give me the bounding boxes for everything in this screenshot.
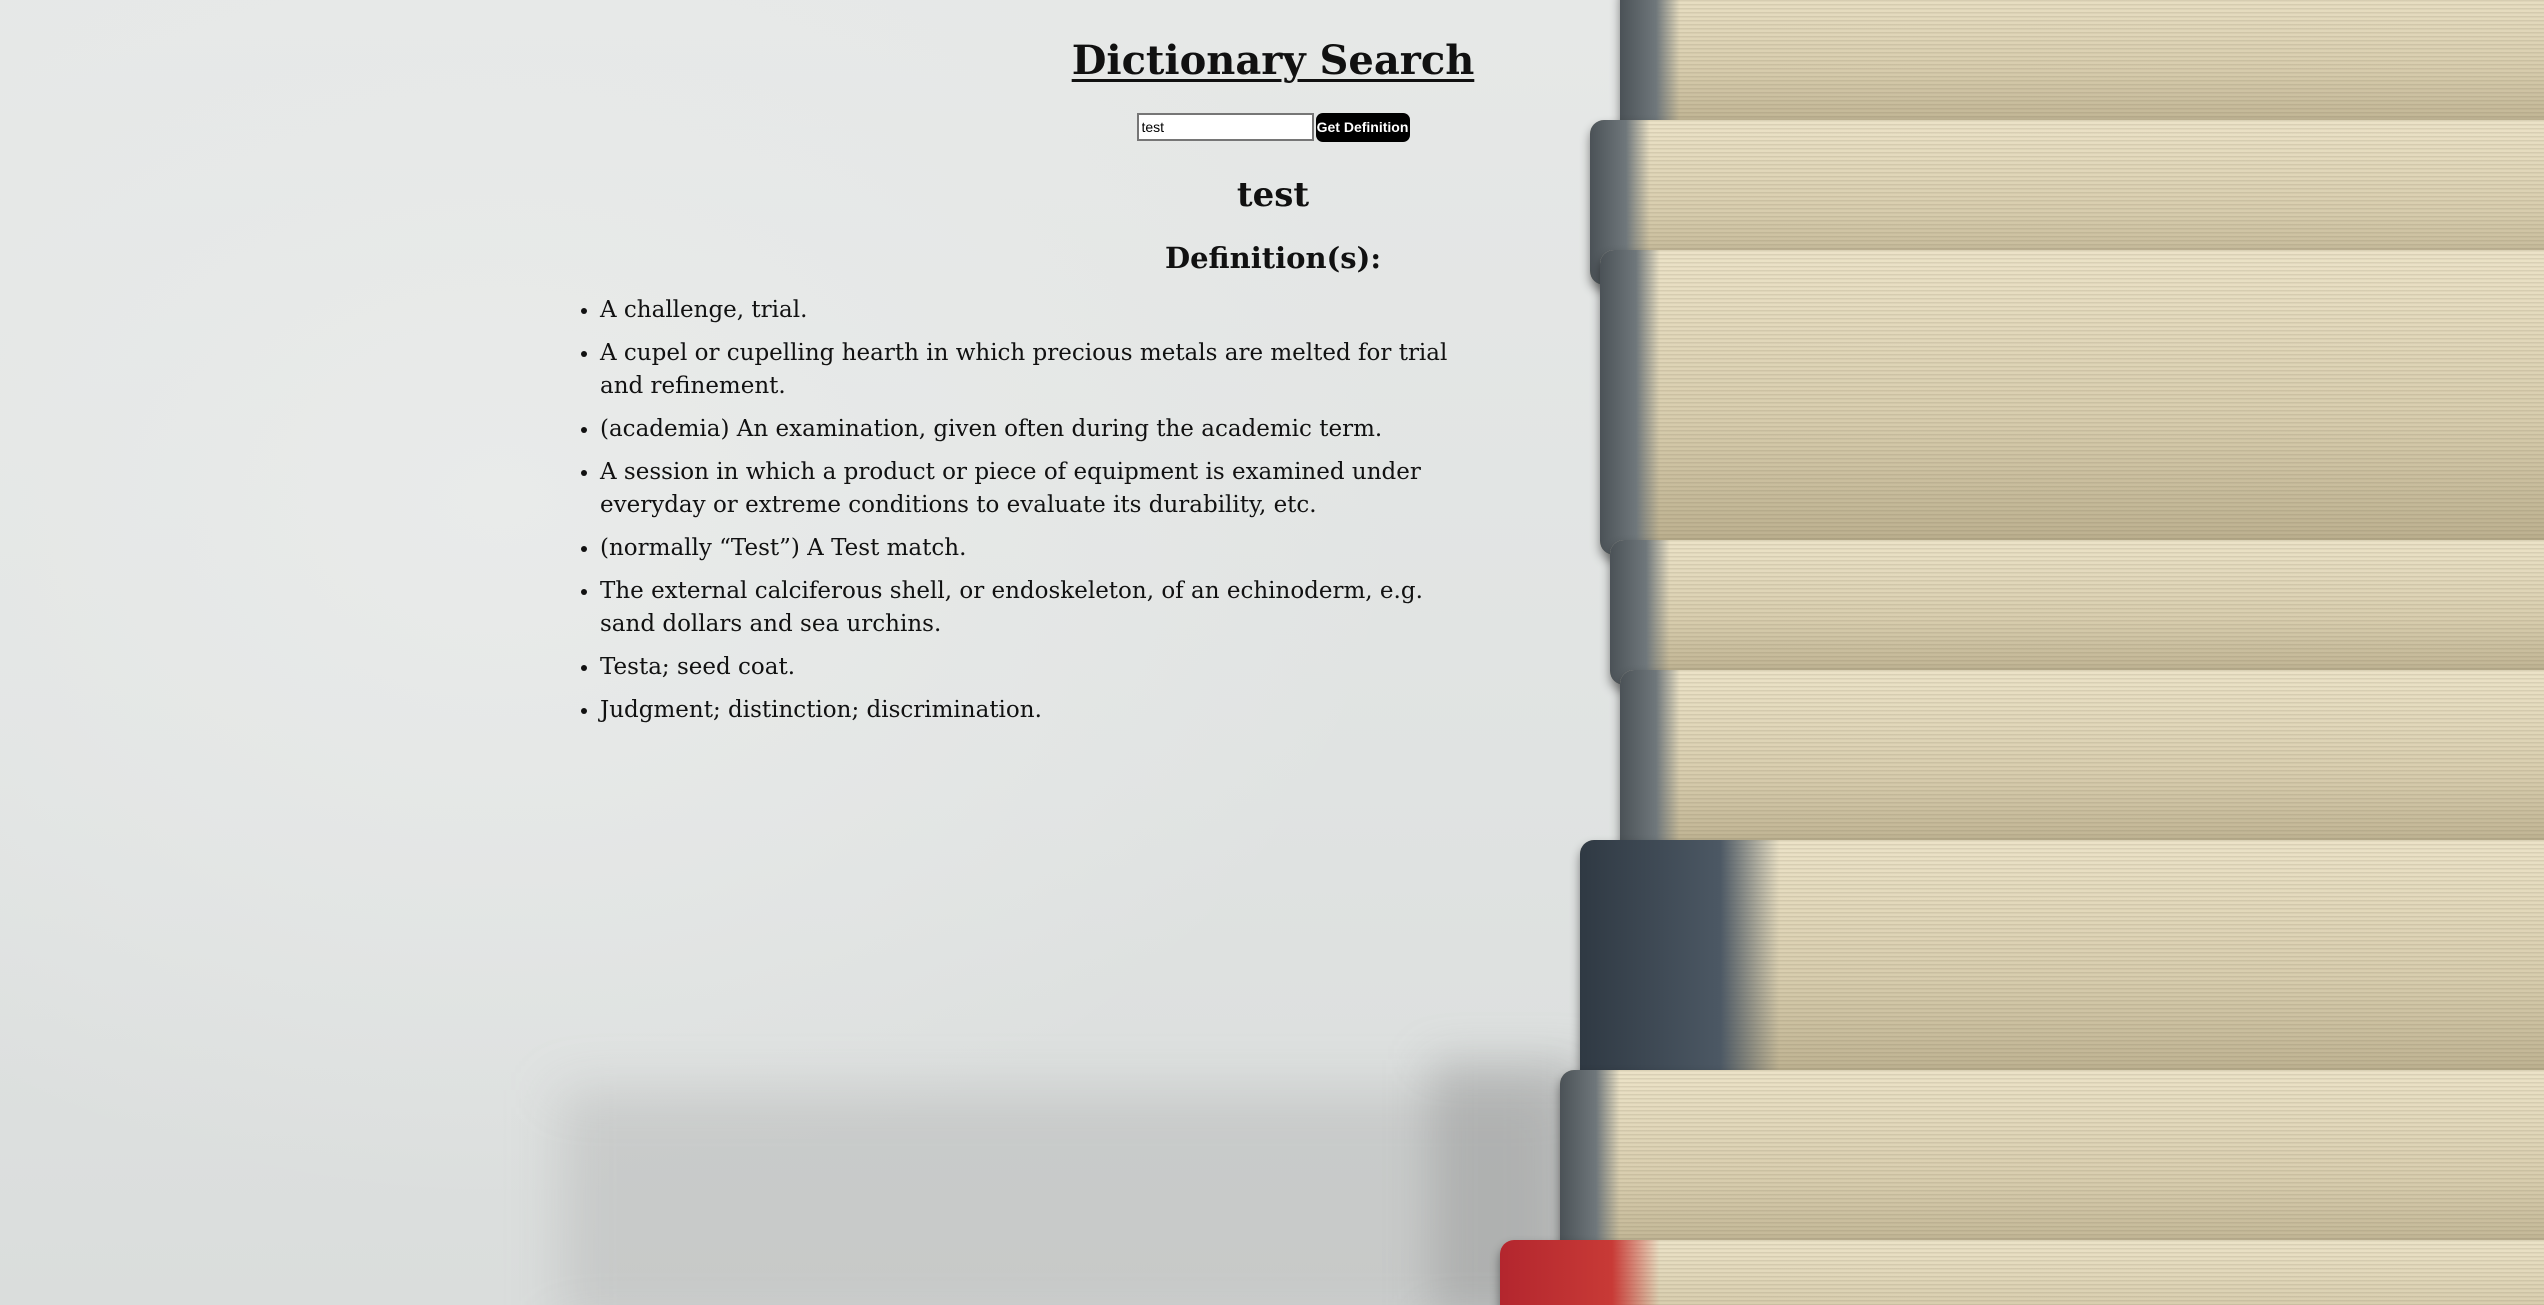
definition-item: (academia) An examination, given often d… (600, 413, 1470, 446)
definitions-list: A challenge, trial. A cupel or cupelling… (565, 294, 1470, 727)
definition-item: A cupel or cupelling hearth in which pre… (600, 337, 1470, 403)
result-word: test (1236, 175, 1310, 215)
definition-item: Testa; seed coat. (600, 651, 1470, 684)
definitions-heading: Definition(s): (1164, 241, 1382, 275)
get-definition-button[interactable]: Get Definition (1315, 112, 1410, 142)
main-content: Dictionary Search Get Definition test De… (0, 0, 2544, 737)
definition-item: Judgment; distinction; discrimination. (600, 694, 1470, 727)
definition-item: A session in which a product or piece of… (600, 456, 1470, 522)
book (1580, 840, 2544, 1090)
book (1500, 1240, 2544, 1305)
page-title: Dictionary Search (1071, 37, 1475, 84)
background-blur (560, 1090, 1560, 1305)
center-column: Dictionary Search Get Definition test De… (803, 32, 1743, 280)
definition-item: A challenge, trial. (600, 294, 1470, 327)
search-input[interactable] (1136, 113, 1314, 141)
definition-item: The external calciferous shell, or endos… (600, 575, 1470, 641)
definition-item: (normally “Test”) A Test match. (600, 532, 1470, 565)
search-form: Get Definition (803, 112, 1743, 142)
definitions-container: A challenge, trial. A cupel or cupelling… (565, 294, 1979, 727)
